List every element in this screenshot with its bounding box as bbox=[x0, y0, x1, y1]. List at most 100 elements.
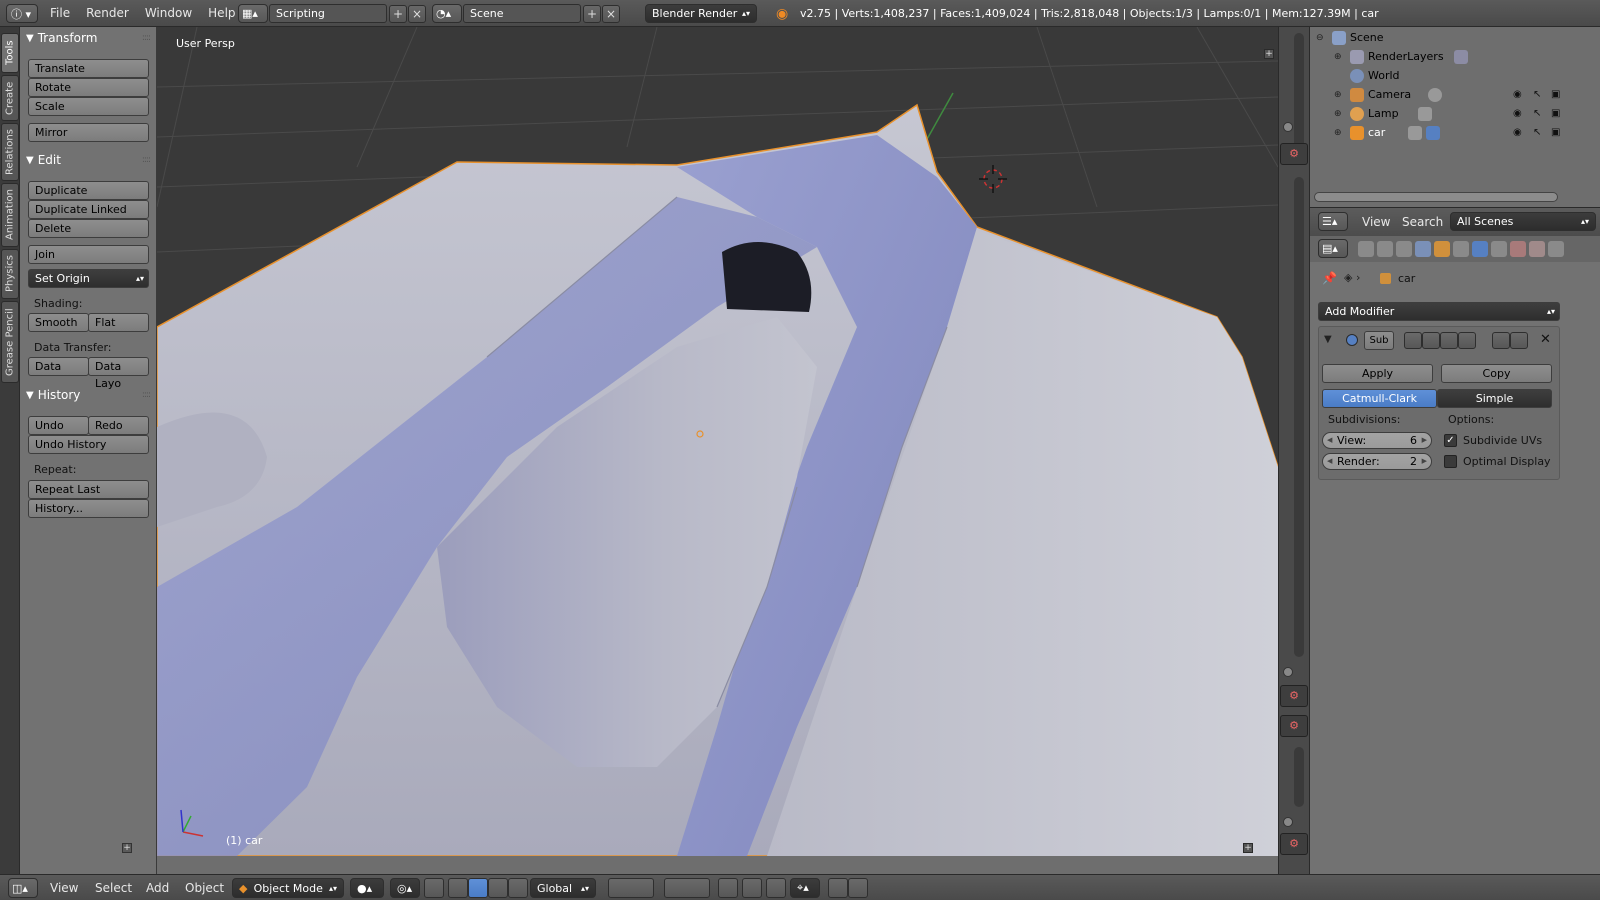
render-camera-icon[interactable]: ▣ bbox=[1551, 89, 1560, 100]
optimal-display-checkbox[interactable] bbox=[1444, 455, 1457, 468]
editor-type-icon[interactable]: ▤▴ bbox=[1318, 239, 1348, 258]
expand-properties-region-icon[interactable]: + bbox=[1264, 49, 1274, 59]
outliner-item-car[interactable]: ⊕ car ◉ ↖ ▣ bbox=[1310, 123, 1600, 142]
outliner-item-lamp[interactable]: ⊕ Lamp ◉ ↖ ▣ bbox=[1310, 104, 1600, 123]
data-layout-button[interactable]: Data Layo bbox=[88, 357, 149, 390]
select-arrow-icon[interactable]: ↖ bbox=[1533, 108, 1541, 119]
remove-screen-icon[interactable]: × bbox=[408, 4, 426, 23]
manipulator-toggle-icon[interactable] bbox=[424, 878, 444, 898]
scrollbar[interactable] bbox=[1294, 177, 1304, 657]
smooth-button[interactable]: Smooth bbox=[28, 313, 89, 332]
remove-scene-icon[interactable]: × bbox=[602, 4, 620, 23]
pin-icon[interactable]: 📌 bbox=[1322, 271, 1337, 285]
eye-icon[interactable]: ◉ bbox=[1513, 108, 1522, 119]
flat-button[interactable]: Flat bbox=[88, 313, 149, 332]
collapse-triangle-icon[interactable]: ▼ bbox=[1324, 334, 1332, 345]
edit-mode-icon[interactable] bbox=[1440, 332, 1458, 349]
scenes-dropdown[interactable]: All Scenes ▴▾ bbox=[1450, 212, 1596, 231]
translate-button[interactable]: Translate bbox=[28, 59, 149, 78]
scene-field[interactable]: Scene bbox=[463, 4, 581, 23]
expand-icon[interactable]: ⊕ bbox=[1334, 109, 1344, 119]
opengl-animation-icon[interactable] bbox=[848, 878, 868, 898]
select-arrow-icon[interactable]: ↖ bbox=[1533, 127, 1541, 138]
mirror-button[interactable]: Mirror bbox=[28, 123, 149, 142]
redo-button[interactable]: Redo bbox=[88, 416, 149, 435]
simple-button[interactable]: Simple bbox=[1437, 389, 1552, 408]
edit-panel-header[interactable]: ▼ Edit :::: bbox=[26, 153, 151, 167]
expand-icon[interactable]: ⊕ bbox=[1334, 90, 1344, 100]
tab-relations[interactable]: Relations bbox=[1, 123, 19, 181]
render-camera-icon[interactable]: ▣ bbox=[1551, 127, 1560, 138]
scroll-handle[interactable] bbox=[1283, 122, 1293, 132]
expand-region-icon[interactable]: + bbox=[122, 843, 132, 853]
screen-layout-field[interactable]: Scripting bbox=[269, 4, 387, 23]
select-arrow-icon[interactable]: ↖ bbox=[1533, 89, 1541, 100]
expand-icon[interactable]: ⊕ bbox=[1334, 52, 1344, 62]
3d-cursor-icon[interactable] bbox=[979, 165, 1007, 193]
render-toggle-icon[interactable] bbox=[1404, 332, 1422, 349]
menu-search[interactable]: Search bbox=[1394, 212, 1451, 233]
snap-element-dropdown[interactable]: ⌖▴ bbox=[790, 878, 820, 898]
scroll-handle[interactable] bbox=[1283, 817, 1293, 827]
tab-animation[interactable]: Animation bbox=[1, 183, 19, 247]
cage-icon[interactable] bbox=[1458, 332, 1476, 349]
object-tab-icon[interactable] bbox=[1434, 241, 1450, 257]
add-scene-icon[interactable]: + bbox=[583, 4, 601, 23]
scroll-handle[interactable] bbox=[1283, 667, 1293, 677]
history-button[interactable]: History... bbox=[28, 499, 149, 518]
menu-view[interactable]: View bbox=[1354, 212, 1398, 233]
horizontal-scrollbar[interactable] bbox=[1314, 192, 1558, 202]
texture-tab-icon[interactable] bbox=[1529, 241, 1545, 257]
menu-object[interactable]: Object bbox=[185, 878, 224, 898]
menu-select[interactable]: Select bbox=[95, 878, 132, 898]
add-screen-icon[interactable]: + bbox=[389, 4, 407, 23]
duplicate-button[interactable]: Duplicate bbox=[28, 181, 149, 200]
set-origin-dropdown[interactable]: Set Origin ▴▾ bbox=[28, 269, 149, 288]
eye-icon[interactable]: ◉ bbox=[1513, 89, 1522, 100]
expand-icon[interactable]: ⊕ bbox=[1334, 128, 1344, 138]
drag-grip-icon[interactable]: :::: bbox=[142, 155, 151, 165]
scene-tab-icon[interactable] bbox=[1396, 241, 1412, 257]
editor-type-icon[interactable]: ☰▴ bbox=[1318, 212, 1348, 231]
drag-grip-icon[interactable]: :::: bbox=[142, 390, 151, 400]
menu-add[interactable]: Add bbox=[146, 878, 169, 898]
tab-create[interactable]: Create bbox=[1, 75, 19, 121]
subdivide-uvs-checkbox[interactable]: ✓ bbox=[1444, 434, 1457, 447]
translate-manipulator-icon[interactable] bbox=[448, 878, 468, 898]
render-levels-field[interactable]: ◀ Render: 2 ▶ bbox=[1322, 453, 1432, 470]
menu-window[interactable]: Window bbox=[137, 3, 200, 24]
join-button[interactable]: Join bbox=[28, 245, 149, 264]
outliner-item-camera[interactable]: ⊕ Camera ◉ ↖ ▣ bbox=[1310, 85, 1600, 104]
modifier-name-field[interactable]: Sub bbox=[1364, 331, 1394, 350]
data-tab-icon[interactable] bbox=[1491, 241, 1507, 257]
render-camera-icon[interactable]: ▣ bbox=[1551, 108, 1560, 119]
editor-type-icon[interactable]: ⚙ bbox=[1280, 715, 1308, 737]
layers-grid-icon[interactable] bbox=[664, 878, 710, 898]
undo-history-button[interactable]: Undo History bbox=[28, 435, 149, 454]
scrollbar[interactable] bbox=[1294, 747, 1304, 807]
copy-button[interactable]: Copy bbox=[1441, 364, 1552, 383]
3d-viewport[interactable]: User Persp (1) car + + bbox=[157, 27, 1278, 856]
render-layers-tab-icon[interactable] bbox=[1377, 241, 1393, 257]
snap-toggle-icon[interactable] bbox=[766, 878, 786, 898]
rotate-manipulator-icon[interactable] bbox=[468, 878, 488, 898]
layers-grid-icon[interactable] bbox=[608, 878, 654, 898]
rotate-button[interactable]: Rotate bbox=[28, 78, 149, 97]
history-panel-header[interactable]: ▼ History :::: bbox=[26, 388, 151, 402]
proportional-edit-icon[interactable] bbox=[742, 878, 762, 898]
outliner-item-world[interactable]: World bbox=[1310, 66, 1600, 85]
pivot-point-dropdown[interactable]: ◎▴ bbox=[390, 878, 420, 898]
repeat-last-button[interactable]: Repeat Last bbox=[28, 480, 149, 499]
modifiers-tab-icon[interactable] bbox=[1472, 241, 1488, 257]
editor-type-icon[interactable]: ◫▴ bbox=[8, 878, 38, 898]
info-icon[interactable]: ⓘ ▾ bbox=[6, 4, 38, 23]
add-modifier-dropdown[interactable]: Add Modifier ▴▾ bbox=[1318, 302, 1560, 321]
material-tab-icon[interactable] bbox=[1510, 241, 1526, 257]
scale-button[interactable]: Scale bbox=[28, 97, 149, 116]
menu-file[interactable]: File bbox=[42, 3, 78, 24]
opengl-render-icon[interactable] bbox=[828, 878, 848, 898]
constraints-tab-icon[interactable] bbox=[1453, 241, 1469, 257]
drag-grip-icon[interactable]: :::: bbox=[142, 33, 151, 43]
data-transfer-button[interactable]: Data bbox=[28, 357, 89, 376]
menu-view[interactable]: View bbox=[50, 878, 78, 898]
